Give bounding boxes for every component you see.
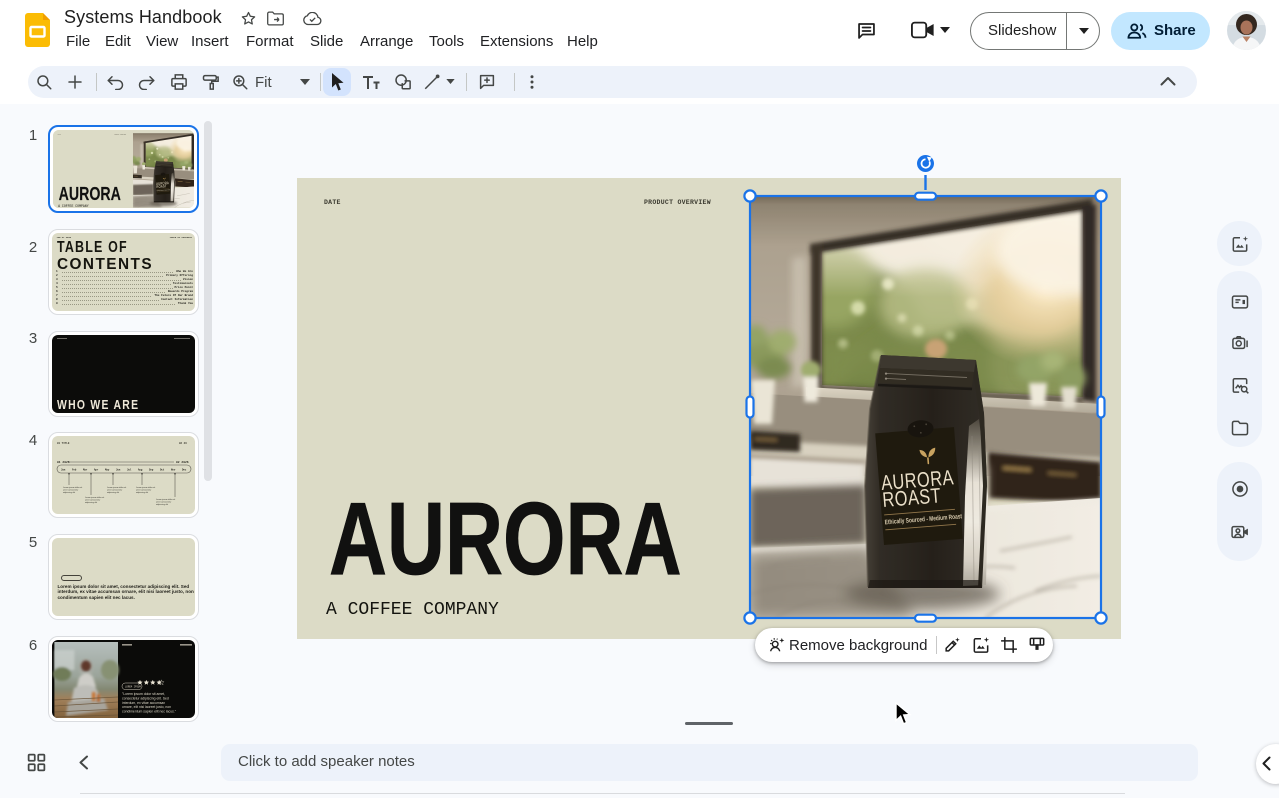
svg-text:amet consectetur: amet consectetur bbox=[63, 489, 79, 492]
svg-text:Jan: Jan bbox=[61, 469, 66, 472]
svg-text:Lorem ipsum dolor sit: Lorem ipsum dolor sit bbox=[107, 486, 127, 489]
svg-text:Lorem ipsum dolor sit: Lorem ipsum dolor sit bbox=[156, 498, 176, 501]
svg-text:amet consectetur: amet consectetur bbox=[136, 489, 152, 492]
svg-text:Jul: Jul bbox=[127, 469, 132, 472]
svg-text:ornare, elit nisi laoreet just: ornare, elit nisi laoreet justo, non bbox=[122, 705, 171, 709]
svg-text:02 26: 02 26 bbox=[179, 442, 187, 445]
svg-text:Lorem ipsum dolor sit: Lorem ipsum dolor sit bbox=[136, 486, 156, 489]
svg-text:amet consectetur: amet consectetur bbox=[156, 501, 172, 504]
svg-text:consectetur adipiscing elit. S: consectetur adipiscing elit. Sed bbox=[122, 696, 169, 700]
svg-text:adipiscing elit: adipiscing elit bbox=[107, 491, 119, 494]
svg-text:Lorem ipsum dolor sit: Lorem ipsum dolor sit bbox=[85, 496, 105, 499]
svg-text:adipiscing elit: adipiscing elit bbox=[156, 503, 168, 506]
svg-text:adipiscing elit: adipiscing elit bbox=[136, 491, 148, 494]
svg-text:01 TITLE: 01 TITLE bbox=[57, 442, 70, 445]
svg-text:amet consectetur: amet consectetur bbox=[107, 489, 123, 492]
svg-text:May: May bbox=[105, 469, 110, 472]
svg-text:interdum, ex vitae accumsan: interdum, ex vitae accumsan bbox=[122, 701, 165, 705]
svg-text:02 2026: 02 2026 bbox=[176, 461, 189, 464]
svg-text:Dec: Dec bbox=[182, 469, 187, 472]
svg-text:LOREM IPSUM: LOREM IPSUM bbox=[125, 686, 141, 689]
svg-text:01 2025: 01 2025 bbox=[57, 461, 70, 464]
svg-text:adipiscing elit: adipiscing elit bbox=[85, 501, 97, 504]
svg-text:Sep: Sep bbox=[149, 469, 154, 472]
svg-text:"Lorem ipsum dolor sit amet,: "Lorem ipsum dolor sit amet, bbox=[122, 692, 165, 696]
svg-text:Feb: Feb bbox=[72, 469, 77, 472]
svg-text:amet consectetur: amet consectetur bbox=[85, 499, 101, 502]
svg-text:Mar: Mar bbox=[83, 469, 88, 472]
svg-text:Oct: Oct bbox=[160, 469, 165, 472]
svg-text:Nov: Nov bbox=[171, 469, 176, 472]
svg-text:condimentum sapien elit nec la: condimentum sapien elit nec lacus." bbox=[122, 710, 177, 714]
svg-text:Lorem ipsum dolor sit: Lorem ipsum dolor sit bbox=[63, 486, 83, 489]
svg-text:adipiscing elit: adipiscing elit bbox=[63, 491, 75, 494]
svg-text:Jun: Jun bbox=[116, 469, 121, 472]
svg-text:Apr: Apr bbox=[94, 469, 99, 472]
svg-text:Aug: Aug bbox=[138, 469, 143, 472]
